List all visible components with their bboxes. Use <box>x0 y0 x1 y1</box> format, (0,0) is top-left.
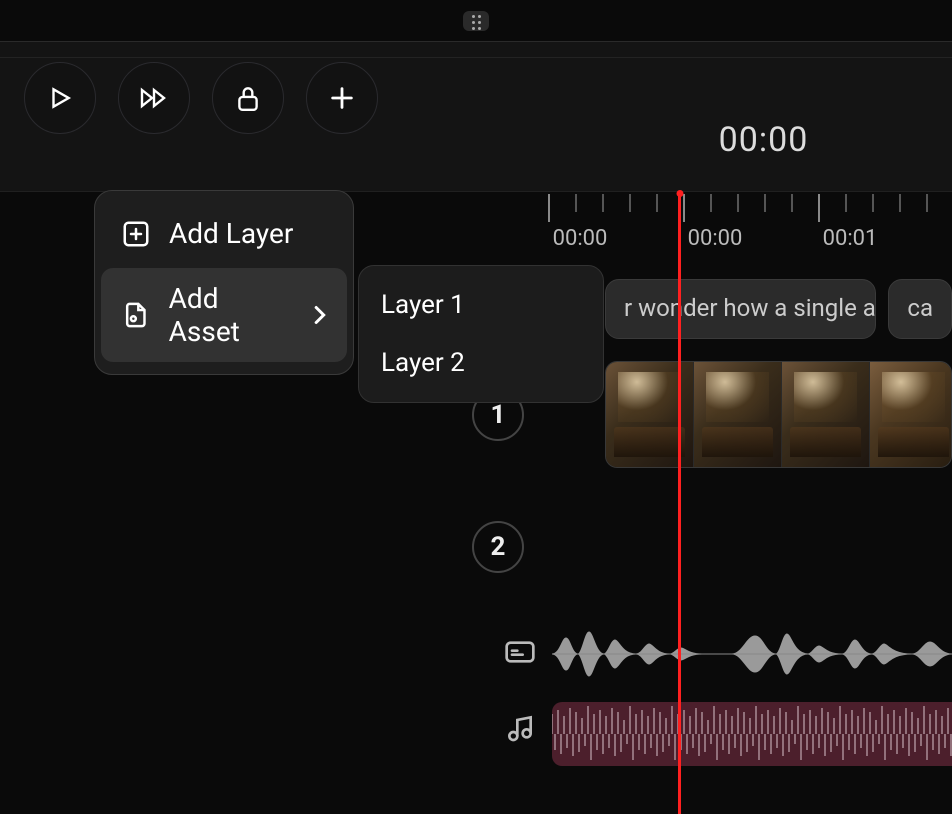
playhead[interactable] <box>678 194 681 814</box>
video-thumbnail <box>870 362 952 467</box>
playhead-timecode: 00:00 <box>575 120 952 160</box>
fast-forward-button[interactable] <box>118 62 190 134</box>
submenu-layer-1[interactable]: Layer 1 <box>359 276 603 334</box>
add-layer-label: Add Layer <box>169 217 293 250</box>
ruler-label: 00:01 <box>823 226 878 251</box>
app-header <box>0 0 952 42</box>
submenu-layer-2[interactable]: Layer 2 <box>359 334 603 392</box>
add-button[interactable] <box>306 62 378 134</box>
add-asset-label: Add Asset <box>169 282 296 348</box>
drag-handle-icon[interactable] <box>463 11 489 31</box>
time-ruler[interactable]: 00:00 00:00 00:01 <box>548 194 952 254</box>
play-button[interactable] <box>24 62 96 134</box>
caption-clip-2[interactable]: ca <box>888 279 952 339</box>
ruler-label: 00:00 <box>553 226 608 251</box>
music-icon <box>504 712 536 744</box>
chevron-right-icon <box>313 305 327 325</box>
caption-clip-1[interactable]: r wonder how a single a... <box>605 279 876 339</box>
add-layer-item[interactable]: Add Layer <box>101 203 347 264</box>
music-audio-track[interactable] <box>552 702 952 766</box>
add-asset-submenu: Layer 1 Layer 2 <box>358 265 604 403</box>
caption-track[interactable]: r wonder how a single a... ca <box>605 279 952 339</box>
captions-icon <box>504 636 536 668</box>
timeline-toolbar <box>0 42 952 192</box>
video-track[interactable] <box>605 361 952 468</box>
video-thumbnail <box>694 362 782 467</box>
layer-2-badge[interactable]: 2 <box>472 521 524 573</box>
voice-audio-track[interactable] <box>552 630 952 678</box>
ruler-label: 00:00 <box>688 226 743 251</box>
add-menu: Add Layer Add Asset <box>94 190 354 375</box>
lock-button[interactable] <box>212 62 284 134</box>
timeline[interactable]: 00:00 00:00 00:01 1 2 r wonder how a sin… <box>548 194 952 760</box>
video-thumbnail <box>782 362 870 467</box>
add-asset-item[interactable]: Add Asset <box>101 268 347 362</box>
